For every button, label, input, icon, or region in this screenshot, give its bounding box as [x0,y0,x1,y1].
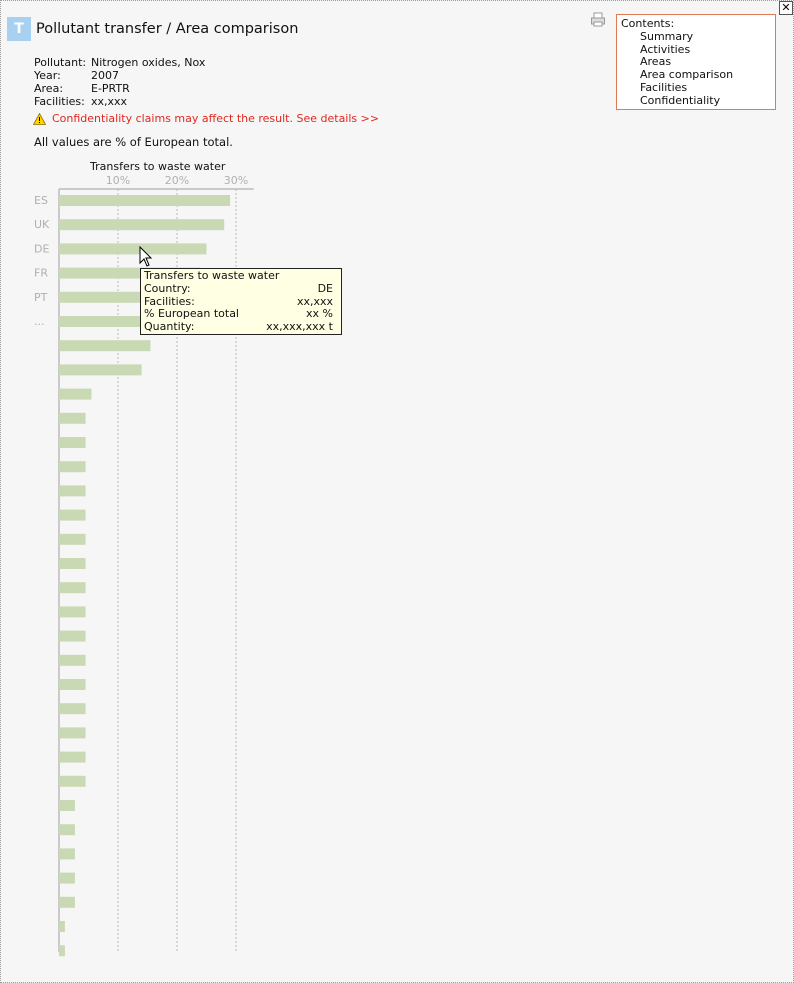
bar [59,872,75,884]
bar [59,388,92,400]
bar [59,896,75,908]
bar [59,582,86,594]
contents-heading: Contents: [621,17,675,30]
pollutant-label: Pollutant: [34,56,87,69]
category-label: FR [34,267,48,280]
bar [59,630,86,642]
bar [59,606,86,618]
tooltip-row-country: Country: DE [144,281,333,295]
contents-box: Contents: Summary Activities Areas Area … [616,14,776,110]
confidentiality-warning-link[interactable]: Confidentiality claims may affect the re… [33,112,379,125]
filter-summary: Pollutant: Nitrogen oxides, Nox Year: 2007… [34,56,205,108]
bar [59,921,65,932]
facilities-label: Facilities: [34,95,85,108]
bar [59,558,86,569]
category-label: UK [34,218,50,231]
close-button[interactable]: ✕ [779,1,793,15]
tooltip-title: Transfers to waste water [144,269,280,282]
chart-tooltip: Transfers to waste water Country: DE Faci… [140,268,342,335]
page-header: T Pollutant transfer / Area comparison [7,17,298,41]
bar [59,195,231,206]
values-note: All values are % of European total. [34,135,233,149]
bar [59,654,86,666]
contents-link-summary[interactable]: Summary [640,30,771,44]
contents-link-facilities[interactable]: Facilities [640,81,771,95]
bar [59,340,151,352]
bar [59,533,86,545]
facilities-value: xx,xxx [91,95,128,108]
bar [59,679,86,690]
x-tick-label: 30% [224,174,248,187]
warning-icon [33,112,46,125]
x-tick-label: 20% [165,174,189,187]
tooltip-row-quantity: Quantity: xx,xxx,xxx t [144,320,333,334]
year-value: 2007 [91,69,119,82]
area-label: Area: [34,82,64,95]
bar [59,219,225,231]
contents-link-confidentiality[interactable]: Confidentiality [640,94,771,108]
category-label: ... [34,315,45,328]
warning-text: Confidentiality claims may affect the re… [52,112,380,125]
bar [59,727,86,739]
mouse-pointer-icon [139,246,153,267]
bar [59,461,86,473]
bar [59,243,207,255]
bar [59,775,86,787]
bar [59,848,75,860]
page-title: Pollutant transfer / Area comparison [36,21,299,37]
pollutant-value: Nitrogen oxides, Nox [91,56,206,69]
bar [59,485,86,497]
bar [59,945,65,957]
x-tick-label: 10% [106,174,130,187]
bar [59,437,86,448]
bar [59,509,86,521]
transfer-badge-icon: T [7,17,31,41]
bar [59,751,86,763]
category-label: PT [34,291,48,304]
category-label: ES [34,194,48,207]
printer-icon[interactable] [590,12,606,28]
bar [59,800,75,811]
bar [59,703,86,715]
bar [59,412,86,424]
area-value: E-PRTR [91,82,130,95]
bar [59,364,142,376]
year-label: Year: [34,69,61,82]
category-label: DE [34,242,49,255]
bar [59,824,75,836]
